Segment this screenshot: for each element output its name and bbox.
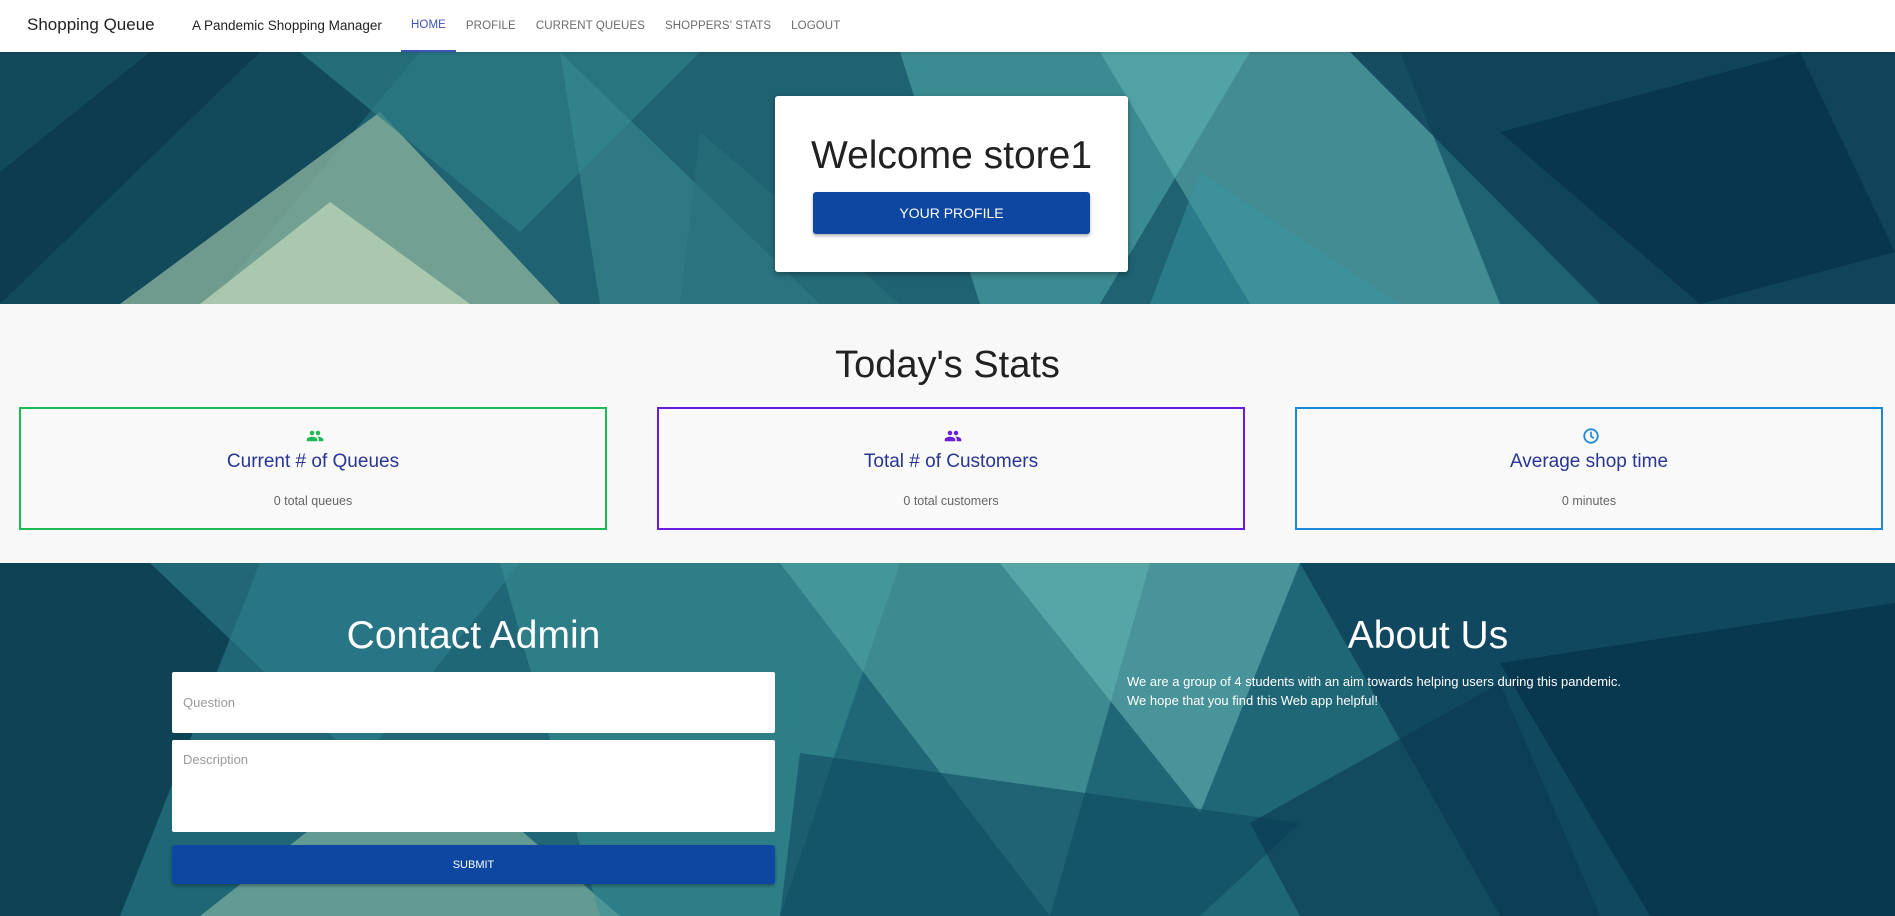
about-us-heading: About Us [1347, 614, 1509, 657]
stat-card-shop-time: Average shop time 0 minutes [1295, 407, 1883, 530]
clock-icon [1583, 428, 1599, 444]
nav-link-current-queues[interactable]: CURRENT QUEUES [526, 0, 655, 52]
brand-title[interactable]: Shopping Queue [27, 15, 155, 35]
nav-link-home[interactable]: HOME [401, 0, 456, 52]
nav-link-shoppers-stats[interactable]: SHOPPERS' STATS [655, 0, 781, 52]
stat-title-customers: Total # of Customers [863, 451, 1039, 472]
contact-admin-heading: Contact Admin [346, 614, 601, 657]
nav-link-logout[interactable]: LOGOUT [781, 0, 850, 52]
stat-value-customers: 0 total customers [903, 494, 999, 508]
about-text-line: We are a group of 4 students with an aim… [1127, 674, 1622, 689]
stat-value-queues: 0 total queues [273, 494, 353, 508]
question-field [172, 672, 775, 733]
description-input[interactable] [172, 740, 775, 832]
your-profile-button[interactable]: YOUR PROFILE [813, 192, 1090, 234]
nav-links: HOME PROFILE CURRENT QUEUES SHOPPERS' ST… [401, 0, 850, 52]
brand-tagline: A Pandemic Shopping Manager [192, 18, 382, 33]
stats-section: Today's Stats Current # of Queues 0 tota… [0, 304, 1895, 563]
stats-heading: Today's Stats [835, 344, 1060, 386]
stat-card-customers: Total # of Customers 0 total customers [657, 407, 1245, 530]
people-icon [944, 430, 962, 442]
about-text-line: We hope that you find this Web app helpf… [1127, 693, 1379, 708]
people-icon [306, 430, 324, 442]
nav-link-profile[interactable]: PROFILE [456, 0, 526, 52]
submit-button[interactable]: SUBMIT [172, 845, 775, 884]
stat-title-shop-time: Average shop time [1509, 451, 1669, 472]
stat-card-queues: Current # of Queues 0 total queues [19, 407, 607, 530]
stat-value-shop-time: 0 minutes [1561, 494, 1617, 508]
welcome-card: Welcome store1 YOUR PROFILE [775, 96, 1128, 272]
description-field [172, 740, 775, 832]
question-input[interactable] [172, 672, 775, 733]
welcome-heading: Welcome store1 [810, 134, 1093, 177]
stat-title-queues: Current # of Queues [226, 451, 400, 472]
top-navbar: Shopping Queue A Pandemic Shopping Manag… [0, 0, 1895, 52]
